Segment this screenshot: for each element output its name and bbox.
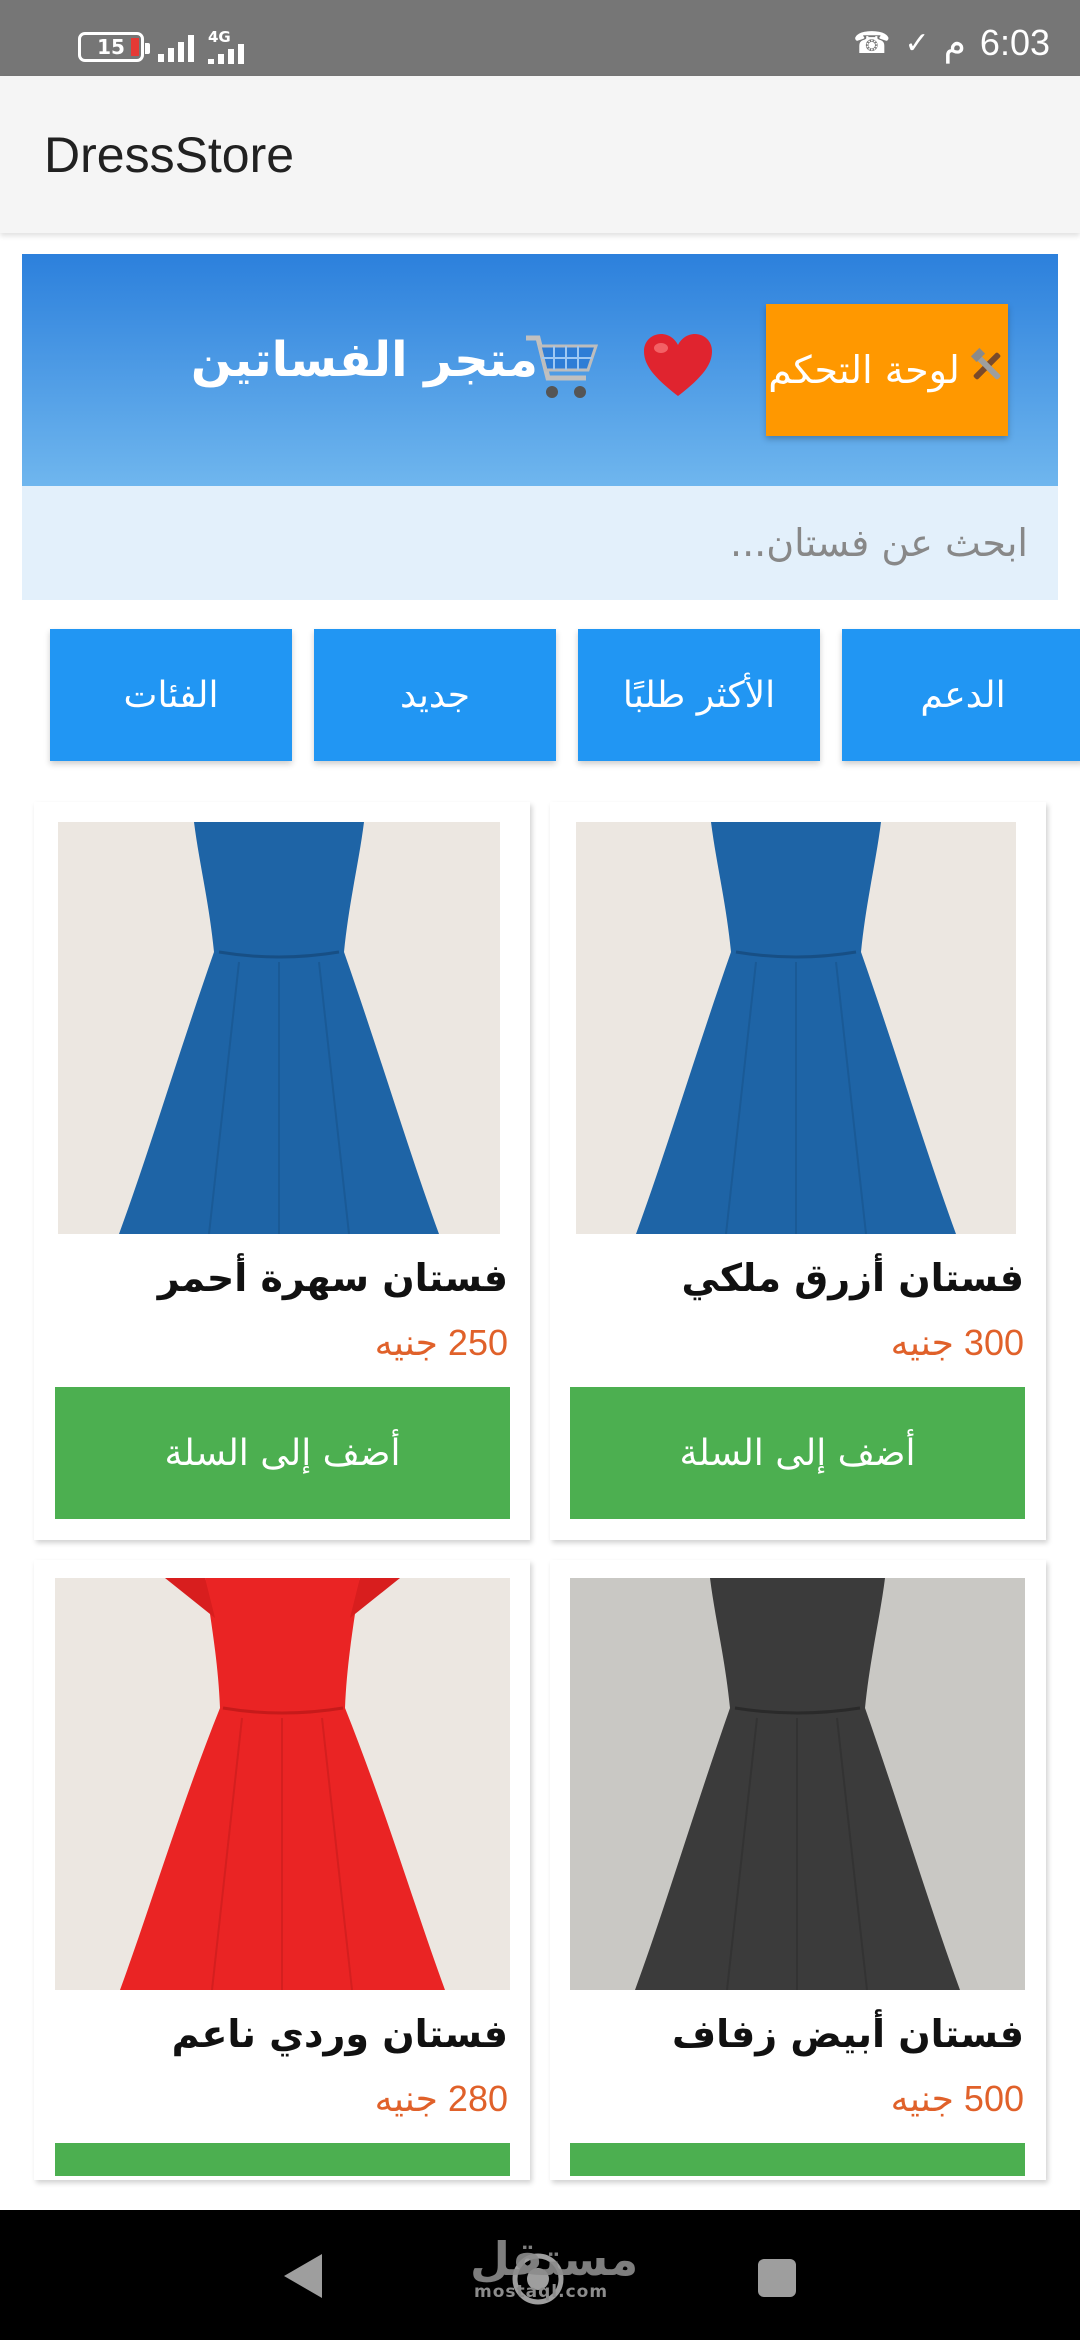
battery-icon: 15 xyxy=(78,32,150,62)
add-to-cart-button[interactable]: أضف إلى السلة xyxy=(55,1387,510,1519)
product-name: فستان وردي ناعم xyxy=(171,2012,508,2056)
search-placeholder: ابحث عن فستان... xyxy=(730,521,1028,565)
call-forward-icon: ☎ xyxy=(853,26,891,60)
product-price: 300 جنيه xyxy=(890,1322,1024,1363)
product-image[interactable] xyxy=(570,1578,1025,1990)
category-label: الفئات xyxy=(123,674,219,716)
dashboard-label: لوحة التحكم xyxy=(768,348,960,392)
recents-icon[interactable] xyxy=(757,2258,797,2302)
status-bar: 15 4G ☎ ✓ م 6:03 xyxy=(0,0,1080,76)
app-bar: DressStore xyxy=(0,76,1080,233)
product-price: 500 جنيه xyxy=(890,2078,1024,2119)
clock: 6:03 xyxy=(979,22,1050,63)
category-label: الأكثر طلبًا xyxy=(622,674,776,716)
category-label: جديد xyxy=(399,674,471,716)
product-price: 280 جنيه xyxy=(374,2078,508,2119)
search-input[interactable]: ابحث عن فستان... xyxy=(22,486,1058,600)
app-title: DressStore xyxy=(44,127,295,183)
product-price: 250 جنيه xyxy=(374,1322,508,1363)
store-title: متجر الفساتين xyxy=(190,332,538,388)
category-best-selling-button[interactable]: الأكثر طلبًا xyxy=(578,629,820,761)
product-image[interactable] xyxy=(55,1578,510,1990)
battery-level: 15 xyxy=(97,35,125,59)
category-label: الدعم xyxy=(920,674,1006,716)
product-image[interactable] xyxy=(58,822,500,1234)
category-new-button[interactable]: جديد xyxy=(314,629,556,761)
favorites-heart-icon[interactable] xyxy=(642,332,714,402)
dashboard-button[interactable]: لوحة التحكم xyxy=(766,304,1008,436)
ampm: م xyxy=(943,22,966,63)
product-name: فستان سهرة أحمر xyxy=(157,1256,508,1300)
product-name: فستان أبيض زفاف xyxy=(671,2012,1024,2056)
add-to-cart-button[interactable] xyxy=(570,2143,1025,2176)
store-banner: لوحة التحكم متجر الفساتين xyxy=(22,254,1058,486)
add-to-cart-label: أضف إلى السلة xyxy=(164,1432,401,1474)
add-to-cart-label: أضف إلى السلة xyxy=(679,1432,916,1474)
check-icon: ✓ xyxy=(904,26,930,60)
tools-icon xyxy=(968,347,1006,394)
product-name: فستان أزرق ملكي xyxy=(681,1256,1024,1300)
signal-icon xyxy=(158,32,194,62)
category-support-button[interactable]: الدعم xyxy=(842,629,1080,761)
back-icon[interactable] xyxy=(282,2252,324,2304)
watermark-logo: مستقل xyxy=(470,2232,639,2286)
signal-icon-2 xyxy=(208,44,244,64)
add-to-cart-button[interactable]: أضف إلى السلة xyxy=(570,1387,1025,1519)
network-type: 4G xyxy=(208,28,231,46)
add-to-cart-button[interactable] xyxy=(55,2143,510,2176)
product-image[interactable] xyxy=(576,822,1016,1234)
category-categories-button[interactable]: الفئات xyxy=(50,629,292,761)
watermark-url: mostaql.com xyxy=(474,2282,609,2302)
